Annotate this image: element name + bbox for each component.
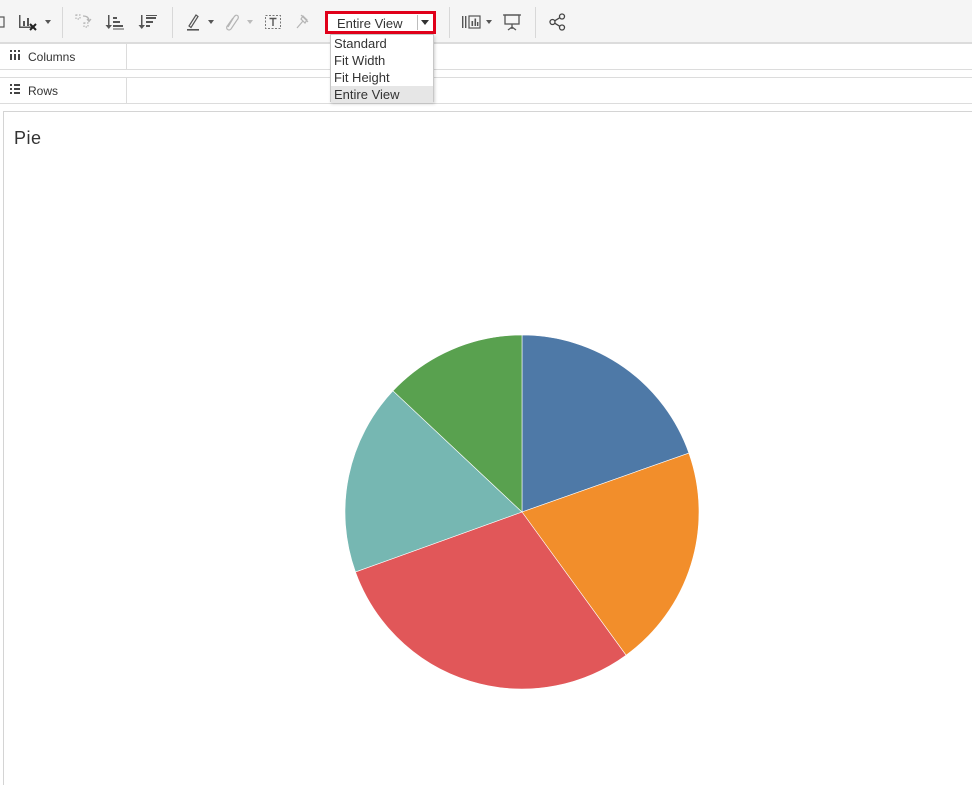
toolbar-separator [172, 7, 173, 38]
rows-shelf: Rows [0, 77, 972, 104]
highlight-caret-icon[interactable] [208, 20, 214, 24]
show-me-icon[interactable] [460, 11, 484, 33]
fit-option-standard[interactable]: Standard [331, 35, 433, 52]
fix-axes-pin-icon[interactable] [293, 11, 313, 33]
toolbar: Entire View [0, 0, 972, 43]
fit-option-fit-height[interactable]: Fit Height [331, 69, 433, 86]
show-me-caret-icon[interactable] [486, 20, 492, 24]
rows-shelf-header: Rows [0, 78, 127, 103]
fit-dropdown-value: Entire View [337, 16, 403, 31]
toolbar-separator [535, 7, 536, 38]
toolbar-separator [62, 7, 63, 38]
fit-dropdown-menu: Standard Fit Width Fit Height Entire Vie… [330, 34, 434, 103]
group-members-icon[interactable] [221, 11, 241, 33]
rows-icon [9, 82, 23, 100]
show-mark-labels-icon[interactable] [263, 11, 283, 33]
fit-dropdown[interactable]: Entire View [325, 11, 436, 34]
sort-ascending-icon[interactable] [104, 11, 126, 33]
worksheet-view: Pie [3, 111, 972, 785]
sort-descending-icon[interactable] [137, 11, 159, 33]
clear-sheet-icon[interactable] [17, 11, 39, 33]
share-icon[interactable] [547, 11, 569, 33]
fit-option-fit-width[interactable]: Fit Width [331, 52, 433, 69]
group-members-caret-icon[interactable] [247, 20, 253, 24]
rows-drop-area[interactable] [128, 78, 972, 103]
highlight-icon[interactable] [183, 11, 203, 33]
columns-shelf: Columns [0, 43, 972, 70]
pie-chart [344, 334, 700, 690]
rows-shelf-label: Rows [28, 83, 59, 98]
toolbar-partial-icon[interactable] [0, 11, 6, 33]
columns-shelf-header: Columns [0, 44, 127, 69]
chevron-down-icon[interactable] [417, 15, 431, 30]
presentation-mode-icon[interactable] [501, 11, 523, 33]
columns-drop-area[interactable] [128, 44, 972, 69]
columns-shelf-label: Columns [28, 49, 76, 64]
columns-icon [9, 48, 23, 66]
swap-rows-columns-icon[interactable] [73, 11, 93, 33]
toolbar-separator [449, 7, 450, 38]
fit-option-entire-view[interactable]: Entire View [331, 86, 433, 103]
clear-sheet-caret-icon[interactable] [45, 20, 51, 24]
